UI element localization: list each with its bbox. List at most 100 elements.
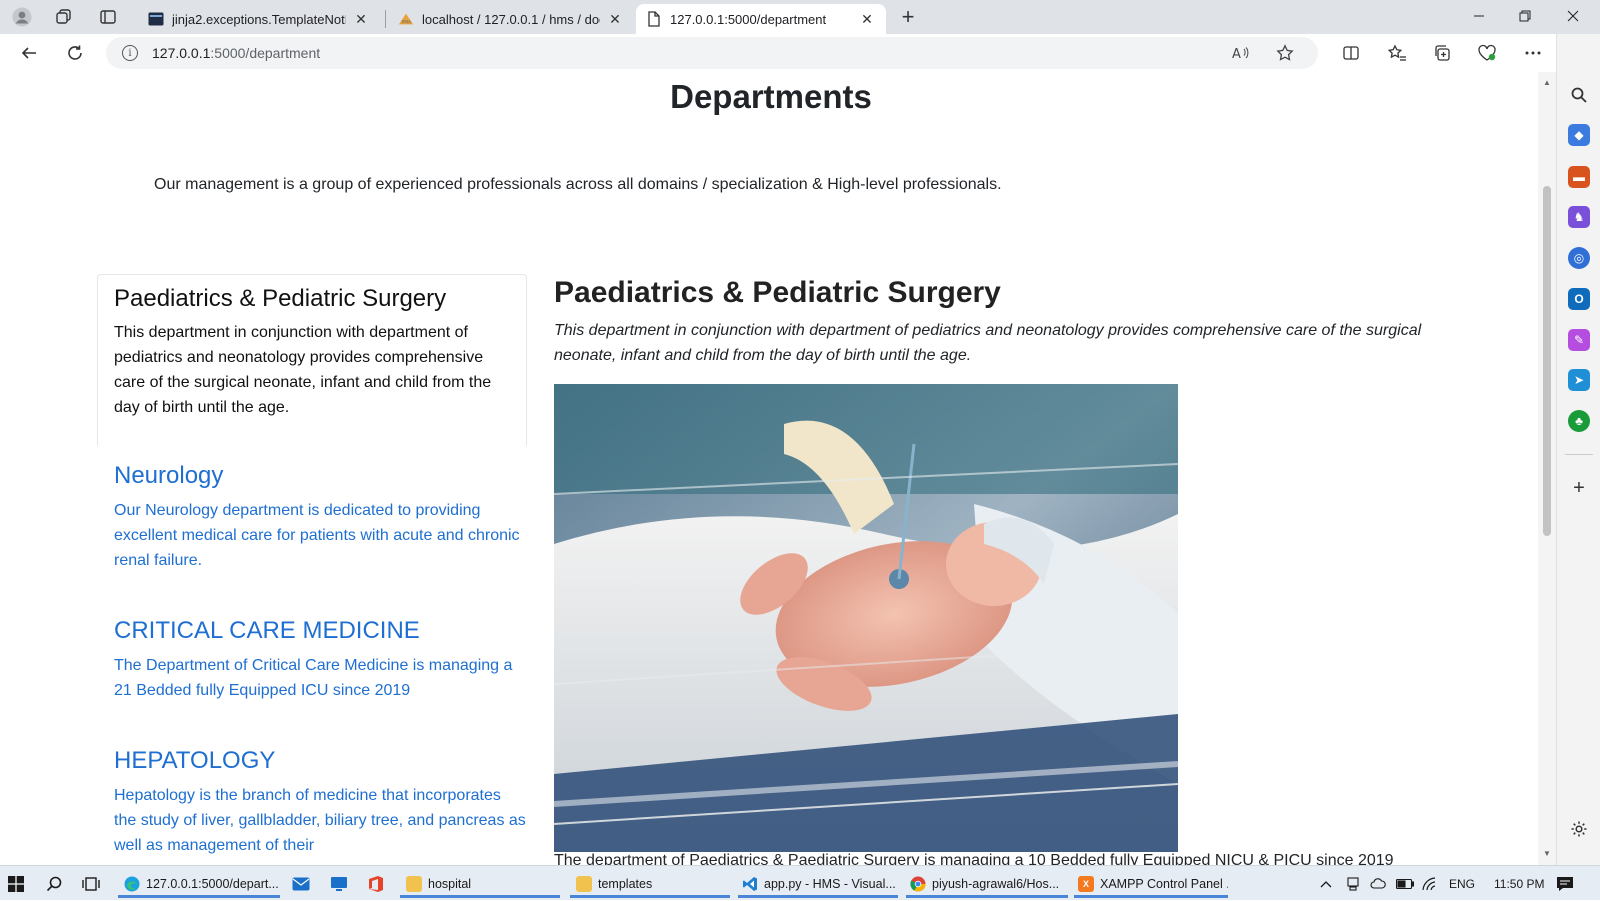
show-hidden-icons-icon[interactable] — [1320, 866, 1332, 901]
taskbar-item-vscode[interactable]: app.py - HMS - Visual... — [738, 869, 898, 898]
tab-title: jinja2.exceptions.TemplateNotFou — [172, 11, 346, 27]
battery-icon[interactable] — [1396, 866, 1414, 901]
clock[interactable]: 11:50 PM — [1494, 866, 1544, 901]
terminal-icon — [148, 11, 164, 27]
search-icon[interactable] — [46, 869, 70, 898]
department-name[interactable]: CRITICAL CARE MEDICINE — [114, 617, 526, 645]
detail-title: Paediatrics & Pediatric Surgery — [554, 276, 1001, 309]
back-icon[interactable] — [14, 39, 44, 67]
phpmyadmin-icon: PMA — [398, 11, 414, 27]
tab-title: 127.0.0.1:5000/department — [670, 11, 827, 27]
read-aloud-icon[interactable]: A — [1228, 41, 1254, 65]
page-scrollbar[interactable]: ▲ ▼ — [1538, 72, 1556, 865]
tools-icon[interactable]: ▬ — [1568, 166, 1590, 188]
taskbar-item-chrome[interactable]: piyush-agrawal6/Hos... — [906, 869, 1068, 898]
svg-text:PMA: PMA — [402, 19, 412, 25]
device-icon[interactable] — [1346, 866, 1360, 901]
tab-department[interactable]: 127.0.0.1:5000/department ✕ — [636, 4, 886, 34]
browser-essentials-icon[interactable] — [1472, 39, 1502, 67]
intro-text: Our management is a group of experienced… — [154, 176, 1002, 193]
close-tab-icon[interactable]: ✕ — [606, 11, 624, 28]
chrome-icon — [910, 876, 926, 892]
tab-actions-icon[interactable] — [94, 4, 122, 30]
taskbar-item-label: hospital — [428, 876, 472, 891]
new-tab-button[interactable]: + — [894, 4, 922, 30]
department-name[interactable]: Neurology — [114, 462, 526, 490]
scroll-down-icon[interactable]: ▼ — [1542, 849, 1552, 859]
department-card-active[interactable]: Paediatrics & Pediatric Surgery This dep… — [97, 274, 527, 446]
department-link-critical-care[interactable]: CRITICAL CARE MEDICINE The Department of… — [114, 617, 526, 703]
department-description[interactable]: The Department of Critical Care Medicine… — [114, 653, 526, 703]
add-icon[interactable]: + — [1568, 477, 1590, 499]
address-bar[interactable]: i 127.0.0.1:5000/department A — [106, 37, 1318, 69]
language-indicator[interactable]: ENG — [1449, 866, 1475, 901]
shopping-tag-icon[interactable]: ◆ — [1568, 124, 1590, 146]
split-screen-icon[interactable] — [1336, 39, 1366, 67]
outlook-icon[interactable]: O — [1568, 288, 1590, 310]
taskbar-item-xampp[interactable]: X XAMPP Control Panel ... — [1074, 869, 1228, 898]
favorites-icon[interactable] — [1382, 39, 1412, 67]
windows-taskbar: 127.0.0.1:5000/depart... hospital templa… — [0, 865, 1600, 900]
remote-desktop-icon[interactable] — [330, 869, 354, 898]
svg-text:A: A — [1232, 47, 1241, 61]
send-icon[interactable]: ➤ — [1568, 369, 1590, 391]
tab-separator — [385, 10, 386, 28]
close-tab-icon[interactable]: ✕ — [858, 11, 876, 28]
close-tab-icon[interactable]: ✕ — [352, 11, 370, 28]
detail-footer-text: The department of Paediatrics & Paediatr… — [554, 852, 1394, 865]
close-window-icon[interactable] — [1550, 0, 1596, 32]
tab-template-error[interactable]: jinja2.exceptions.TemplateNotFou ✕ — [138, 4, 380, 34]
edge-sidebar: ◆ ▬ ♞ ◎ O ✎ ➤ ♣ + — [1556, 34, 1600, 865]
department-description[interactable]: Hepatology is the branch of medicine tha… — [114, 783, 526, 858]
games-icon[interactable]: ♞ — [1568, 206, 1590, 228]
department-link-hepatology[interactable]: HEPATOLOGY Hepatology is the branch of m… — [114, 747, 526, 858]
collections-icon[interactable] — [1427, 39, 1457, 67]
xampp-icon: X — [1078, 875, 1094, 892]
minimize-icon[interactable] — [1456, 0, 1502, 32]
mail-icon[interactable] — [292, 869, 316, 898]
tree-icon[interactable]: ♣ — [1568, 410, 1590, 432]
taskbar-item-templates-folder[interactable]: templates — [570, 869, 730, 898]
department-description: This department in conjunction with depa… — [114, 324, 492, 416]
scroll-thumb[interactable] — [1543, 186, 1551, 536]
taskbar-item-label: app.py - HMS - Visual... — [764, 876, 896, 891]
scroll-up-icon[interactable]: ▲ — [1542, 78, 1552, 88]
notifications-icon[interactable] — [1556, 866, 1574, 901]
restore-icon[interactable] — [1502, 0, 1548, 32]
department-description[interactable]: Our Neurology department is dedicated to… — [114, 498, 526, 573]
microsoft365-icon[interactable]: ◎ — [1568, 247, 1590, 269]
tab-phpmyadmin[interactable]: PMA localhost / 127.0.0.1 / hms / doct ✕ — [388, 4, 634, 34]
url-path: :5000/department — [210, 45, 321, 61]
task-view-icon[interactable] — [82, 869, 106, 898]
wifi-icon[interactable] — [1422, 866, 1438, 901]
office-icon[interactable] — [368, 869, 392, 898]
url-text[interactable]: 127.0.0.1:5000/department — [152, 45, 320, 61]
weather-icon[interactable] — [1370, 866, 1386, 901]
profile-icon[interactable] — [8, 4, 36, 30]
tab-title: localhost / 127.0.0.1 / hms / doct — [422, 11, 600, 27]
browser-tab-strip: jinja2.exceptions.TemplateNotFou ✕ PMA l… — [0, 0, 1600, 34]
vscode-icon — [742, 876, 758, 892]
detail-description: This department in conjunction with depa… — [554, 322, 1422, 364]
taskbar-item-label: piyush-agrawal6/Hos... — [932, 876, 1060, 891]
department-link-neurology[interactable]: Neurology Our Neurology department is de… — [114, 462, 526, 573]
department-name[interactable]: HEPATOLOGY — [114, 747, 526, 775]
taskbar-item-edge[interactable]: 127.0.0.1:5000/depart... — [118, 869, 280, 898]
start-windows-icon[interactable] — [8, 869, 32, 898]
url-host: 127.0.0.1 — [152, 45, 211, 61]
taskbar-item-hospital-folder[interactable]: hospital — [400, 869, 560, 898]
favorite-star-icon[interactable] — [1272, 41, 1298, 65]
more-options-icon[interactable] — [1518, 39, 1548, 67]
page-icon — [646, 11, 662, 27]
designer-icon[interactable]: ✎ — [1568, 329, 1590, 351]
search-icon[interactable] — [1568, 84, 1590, 106]
settings-gear-icon[interactable] — [1568, 818, 1590, 840]
address-bar-row: i 127.0.0.1:5000/department A — [0, 34, 1600, 72]
folder-icon — [576, 875, 592, 892]
taskbar-item-label: XAMPP Control Panel ... — [1100, 876, 1228, 891]
workspaces-icon[interactable] — [50, 4, 78, 30]
page-title: Departments — [670, 78, 872, 115]
site-info-icon[interactable]: i — [122, 45, 138, 61]
refresh-icon[interactable] — [60, 39, 90, 67]
edge-icon — [124, 876, 140, 892]
